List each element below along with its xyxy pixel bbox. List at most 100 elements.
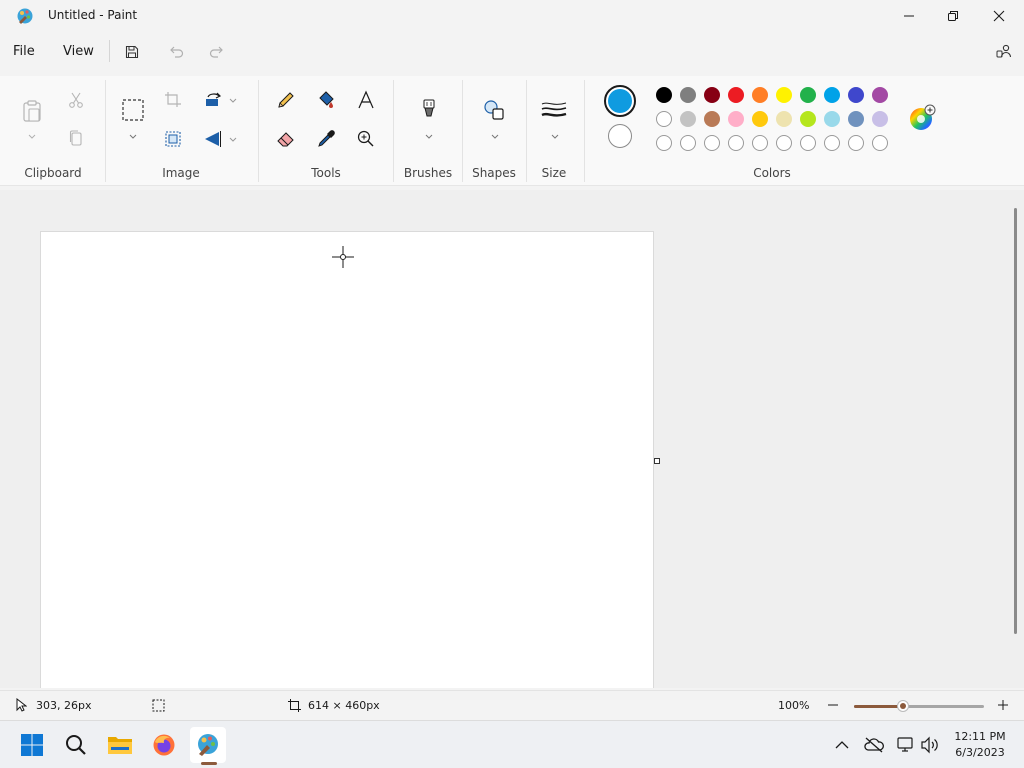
fill-button[interactable] <box>312 86 340 114</box>
pencil-button[interactable] <box>272 86 300 114</box>
brushes-dropdown[interactable] <box>424 132 434 140</box>
palette-color-swatch[interactable] <box>800 111 816 127</box>
menu-separator <box>109 40 110 62</box>
select-dropdown[interactable] <box>128 132 138 140</box>
custom-color-slot[interactable] <box>776 135 792 151</box>
palette-color-swatch[interactable] <box>752 87 768 103</box>
cut-button[interactable] <box>62 86 90 114</box>
resize-button[interactable] <box>159 125 187 153</box>
save-icon <box>125 45 139 59</box>
palette-color-swatch[interactable] <box>728 87 744 103</box>
text-button[interactable] <box>352 86 380 114</box>
palette-color-swatch[interactable] <box>776 111 792 127</box>
secondary-color-swatch[interactable] <box>608 124 632 148</box>
palette-color-swatch[interactable] <box>824 111 840 127</box>
cloud-offline-icon <box>864 737 884 753</box>
palette-color-swatch[interactable] <box>728 111 744 127</box>
rotate-dropdown[interactable] <box>228 96 238 104</box>
start-button[interactable] <box>14 727 50 763</box>
palette-color-swatch[interactable] <box>848 87 864 103</box>
zoom-slider[interactable] <box>854 700 984 712</box>
palette-color-swatch[interactable] <box>824 87 840 103</box>
zoom-in-button[interactable] <box>996 698 1010 712</box>
onedrive-button[interactable] <box>864 735 884 755</box>
paint-taskbar-button[interactable] <box>190 727 226 763</box>
paste-button[interactable] <box>18 96 46 126</box>
scissors-icon <box>69 92 83 108</box>
flip-icon <box>205 131 221 147</box>
pencil-icon <box>278 92 294 108</box>
menu-view[interactable]: View <box>63 44 94 59</box>
file-explorer-button[interactable] <box>102 727 138 763</box>
canvas-workspace <box>0 190 1024 688</box>
custom-color-slot[interactable] <box>872 135 888 151</box>
rotate-icon <box>206 92 222 106</box>
redo-button[interactable] <box>205 42 227 62</box>
save-button[interactable] <box>121 42 143 62</box>
eraser-button[interactable] <box>272 125 300 153</box>
zoom-out-button[interactable] <box>826 698 840 712</box>
palette-color-swatch[interactable] <box>656 111 672 127</box>
primary-color-ring[interactable] <box>604 85 636 117</box>
menu-file[interactable]: File <box>13 44 35 59</box>
close-icon <box>993 10 1005 22</box>
zoom-slider-thumb[interactable] <box>897 700 910 712</box>
brushes-button[interactable] <box>415 96 443 124</box>
flip-dropdown[interactable] <box>228 135 238 143</box>
taskbar-clock[interactable]: 12:11 PM 6/3/2023 <box>942 729 1018 761</box>
custom-color-slot[interactable] <box>728 135 744 151</box>
custom-color-slot[interactable] <box>680 135 696 151</box>
chevron-down-icon <box>425 134 433 139</box>
color-picker-button[interactable] <box>312 125 340 153</box>
palette-color-swatch[interactable] <box>680 87 696 103</box>
share-button[interactable] <box>993 42 1015 62</box>
paste-dropdown[interactable] <box>27 132 37 140</box>
select-button[interactable] <box>119 96 147 124</box>
palette-color-swatch[interactable] <box>800 87 816 103</box>
shapes-button[interactable] <box>480 96 508 124</box>
rotate-button[interactable] <box>199 86 227 114</box>
palette-color-swatch[interactable] <box>872 87 888 103</box>
network-icon <box>897 737 913 752</box>
palette-color-swatch[interactable] <box>848 111 864 127</box>
flip-button[interactable] <box>199 125 227 153</box>
custom-color-slot[interactable] <box>800 135 816 151</box>
canvas-resize-handle[interactable] <box>654 458 660 464</box>
palette-color-swatch[interactable] <box>704 87 720 103</box>
edit-colors-button[interactable] <box>908 104 936 132</box>
custom-color-slot[interactable] <box>752 135 768 151</box>
custom-color-slot[interactable] <box>704 135 720 151</box>
chevron-down-icon <box>491 134 499 139</box>
undo-button[interactable] <box>166 42 188 62</box>
palette-color-swatch[interactable] <box>704 111 720 127</box>
chevron-up-icon <box>835 741 849 749</box>
palette-color-swatch[interactable] <box>872 111 888 127</box>
network-button[interactable] <box>896 735 916 755</box>
custom-color-slot[interactable] <box>848 135 864 151</box>
crop-button[interactable] <box>159 86 187 114</box>
drawing-canvas[interactable] <box>40 231 654 688</box>
show-hidden-icons-button[interactable] <box>832 735 852 755</box>
search-button[interactable] <box>58 727 94 763</box>
minimize-button[interactable] <box>886 0 932 32</box>
palette-color-swatch[interactable] <box>776 87 792 103</box>
firefox-button[interactable] <box>146 727 182 763</box>
size-dropdown[interactable] <box>550 132 560 140</box>
custom-color-slot[interactable] <box>824 135 840 151</box>
close-button[interactable] <box>976 0 1022 32</box>
zoom-level[interactable]: 100% <box>778 699 809 712</box>
group-label-tools: Tools <box>311 166 341 180</box>
palette-color-swatch[interactable] <box>680 111 696 127</box>
custom-color-slot[interactable] <box>656 135 672 151</box>
magnifier-button[interactable] <box>352 125 380 153</box>
restore-button[interactable] <box>930 0 976 32</box>
eraser-icon <box>277 132 294 147</box>
shapes-dropdown[interactable] <box>490 132 500 140</box>
palette-color-swatch[interactable] <box>656 87 672 103</box>
vertical-scrollbar[interactable] <box>1014 208 1017 634</box>
size-button[interactable] <box>540 96 568 124</box>
copy-button[interactable] <box>62 124 90 152</box>
palette-color-swatch[interactable] <box>752 111 768 127</box>
volume-button[interactable] <box>920 735 940 755</box>
canvas-size-icon <box>287 698 301 712</box>
